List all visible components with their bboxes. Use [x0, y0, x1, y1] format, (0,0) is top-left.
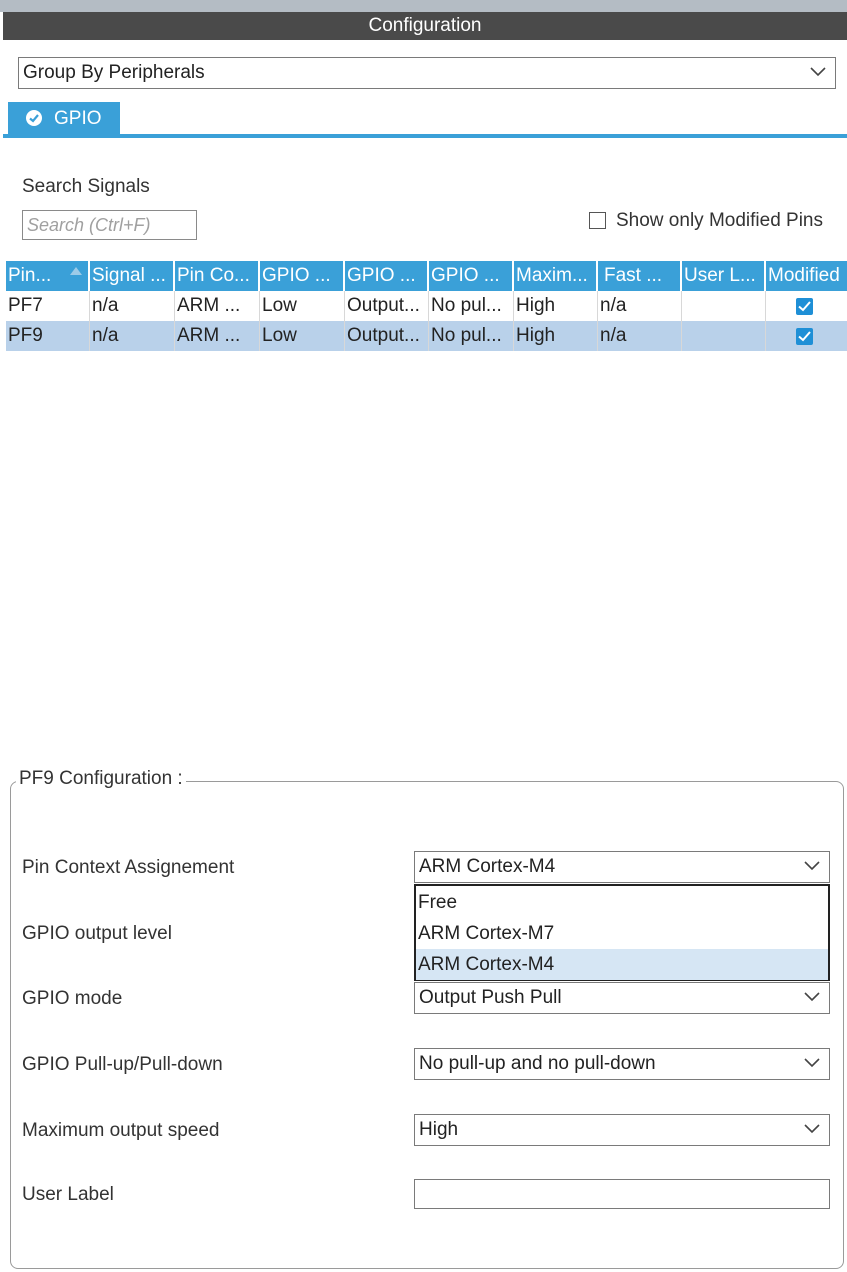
checkmark-icon: [796, 328, 813, 345]
cell-pin: PF9: [6, 321, 90, 351]
column-header-pin[interactable]: Pin...: [6, 261, 90, 291]
checkmark-icon: [796, 298, 813, 315]
group-by-value: Group By Peripherals: [23, 62, 205, 83]
search-signals-label: Search Signals: [22, 176, 150, 197]
max-speed-label: Maximum output speed: [22, 1120, 220, 1141]
cell-user-label: [682, 321, 766, 351]
gpio-pull-value: No pull-up and no pull-down: [419, 1053, 656, 1074]
max-speed-select[interactable]: High: [414, 1114, 830, 1146]
group-by-select[interactable]: Group By Peripherals: [18, 57, 836, 89]
cell-output-level: Low: [260, 291, 345, 321]
column-header-pin-label: Pin...: [8, 265, 52, 286]
dropdown-option-cortex-m7[interactable]: ARM Cortex-M7: [416, 918, 828, 949]
gpio-pull-label: GPIO Pull-up/Pull-down: [22, 1054, 223, 1075]
sort-ascending-icon: [70, 267, 82, 275]
cell-fast-mode: n/a: [598, 291, 682, 321]
cell-user-label: [682, 291, 766, 321]
tab-gpio[interactable]: GPIO: [8, 102, 120, 135]
column-header-user-label[interactable]: User L...: [682, 261, 766, 291]
cell-pin: PF7: [6, 291, 90, 321]
column-header-gpio-pull[interactable]: GPIO ...: [429, 261, 514, 291]
cell-max-speed: High: [514, 321, 598, 351]
search-input[interactable]: [22, 210, 197, 240]
user-label-input[interactable]: [414, 1179, 830, 1209]
cell-gpio-pull: No pul...: [429, 291, 514, 321]
output-level-label: GPIO output level: [22, 923, 172, 944]
cell-signal: n/a: [90, 321, 175, 351]
column-header-gpio-output-level[interactable]: GPIO ...: [260, 261, 345, 291]
column-header-gpio-mode[interactable]: GPIO ...: [345, 261, 429, 291]
cell-gpio-mode: Output...: [345, 321, 429, 351]
config-title-bar: Configuration: [3, 12, 847, 40]
column-header-pin-context[interactable]: Pin Co...: [175, 261, 260, 291]
cell-max-speed: High: [514, 291, 598, 321]
pin-context-dropdown: Free ARM Cortex-M7 ARM Cortex-M4: [414, 884, 830, 981]
cell-gpio-pull: No pul...: [429, 321, 514, 351]
chevron-down-icon: [809, 58, 827, 88]
gpio-pull-select[interactable]: No pull-up and no pull-down: [414, 1048, 830, 1080]
pin-config-title: PF9 Configuration :: [16, 768, 186, 790]
column-header-max-speed[interactable]: Maxim...: [514, 261, 598, 291]
table-header: Pin... Signal ... Pin Co... GPIO ... GPI…: [6, 261, 847, 291]
cell-modified: [766, 321, 847, 351]
gpio-mode-value: Output Push Pull: [419, 987, 562, 1008]
gpio-mode-select[interactable]: Output Push Pull: [414, 982, 830, 1014]
chevron-down-icon: [803, 983, 821, 1013]
pin-context-select[interactable]: ARM Cortex-M4: [414, 851, 830, 883]
check-circle-icon: [26, 110, 42, 126]
column-header-fast-mode[interactable]: Fast ...: [598, 261, 682, 291]
show-modified-checkbox[interactable]: [589, 212, 606, 229]
gpio-mode-label: GPIO mode: [22, 988, 123, 1009]
table-row[interactable]: PF7 n/a ARM ... Low Output... No pul... …: [6, 291, 847, 321]
tab-gpio-label: GPIO: [54, 108, 102, 129]
column-header-modified[interactable]: Modified: [766, 261, 847, 291]
dropdown-option-cortex-m4[interactable]: ARM Cortex-M4: [416, 949, 828, 980]
tab-underline: [3, 134, 847, 138]
cell-output-level: Low: [260, 321, 345, 351]
pin-context-label: Pin Context Assignement: [22, 857, 235, 878]
cell-gpio-mode: Output...: [345, 291, 429, 321]
pin-context-value: ARM Cortex-M4: [419, 856, 556, 877]
show-modified-label: Show only Modified Pins: [616, 210, 823, 231]
chevron-down-icon: [803, 1115, 821, 1145]
cell-fast-mode: n/a: [598, 321, 682, 351]
cell-pin-context: ARM ...: [175, 321, 260, 351]
cell-modified: [766, 291, 847, 321]
chevron-down-icon: [803, 852, 821, 882]
chevron-down-icon: [803, 1049, 821, 1079]
user-label-label: User Label: [22, 1184, 114, 1205]
cell-pin-context: ARM ...: [175, 291, 260, 321]
dropdown-option-free[interactable]: Free: [416, 887, 828, 918]
column-header-signal[interactable]: Signal ...: [90, 261, 175, 291]
cell-signal: n/a: [90, 291, 175, 321]
window-top-strip: [0, 0, 847, 12]
max-speed-value: High: [419, 1119, 459, 1140]
table-row[interactable]: PF9 n/a ARM ... Low Output... No pul... …: [6, 321, 847, 351]
